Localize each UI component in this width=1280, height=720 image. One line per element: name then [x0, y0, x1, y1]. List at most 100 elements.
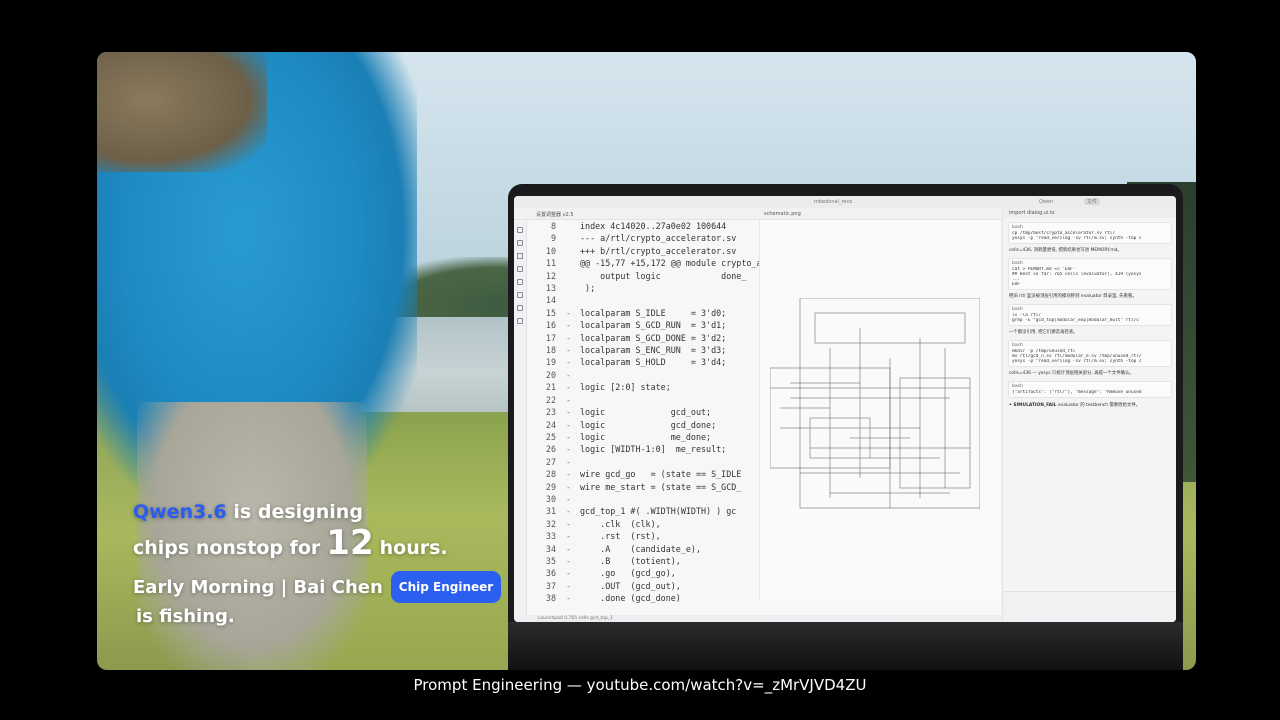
code-line: 21- logic [2:0] state; [528, 381, 758, 393]
extensions-icon[interactable] [517, 279, 523, 285]
line-number: 17 [545, 332, 556, 343]
code-line: 17- localparam S_GCD_DONE = 3'd2; [528, 332, 758, 344]
laptop-screen: mbedonal_reco Qwen 文件 设置调整器 v2.5 schemat… [514, 196, 1176, 622]
code-text: logic me_done; [580, 431, 712, 442]
line-number: 21 [545, 382, 556, 393]
bash-block: bash cp /tmp/best/crypto_accelerator.sv … [1008, 222, 1172, 244]
laptop: mbedonal_reco Qwen 文件 设置调整器 v2.5 schemat… [508, 184, 1183, 670]
tab-settings[interactable]: 设置调整器 v2.5 [536, 211, 574, 218]
line-number: 37 [545, 580, 556, 591]
line-number: 23 [545, 407, 556, 418]
bash-line: {"artifacts": ["rtl/"], "message": "Remo… [1012, 390, 1142, 395]
bash-block: bash mkdir -p /tmp/unused_rtl mv rtl/gcd… [1008, 340, 1172, 367]
line-number: 13 [545, 283, 556, 294]
files-icon[interactable] [517, 227, 523, 233]
debug-icon[interactable] [517, 266, 523, 272]
overlay-text: hours. [379, 537, 448, 559]
line-number: 18 [545, 345, 556, 356]
code-text: localparam S_IDLE = 3'd0; [580, 307, 727, 318]
code-line: 28- wire gcd_go = (state == S_IDLE [528, 468, 758, 480]
code-line: 24- logic gcd_done; [528, 419, 758, 431]
schematic-image [770, 298, 980, 509]
video-caption: Prompt Engineering — youtube.com/watch?v… [413, 676, 867, 694]
line-number: 34 [545, 543, 556, 554]
search-icon[interactable] [517, 240, 523, 246]
diff-marker: - [566, 320, 572, 331]
code-text: @@ -15,77 +15,172 @@ module crypto_a [580, 258, 762, 269]
code-line: 34- .A (candidate_e), [528, 543, 758, 555]
schematic-preview [759, 220, 1000, 600]
bash-block: bash ls -la rtl/ grep -E "gcd_top|modula… [1008, 304, 1172, 326]
bash-label: bash [1012, 384, 1023, 389]
diff-marker: - [566, 369, 572, 380]
assistant-panel: import dialog.ui.ts bash cp /tmp/best/cr… [1002, 208, 1176, 622]
diff-marker: - [566, 543, 572, 554]
code-text: --- a/rtl/crypto_accelerator.sv [580, 233, 737, 244]
assistant-message: 把旧 rtl/ 里没被顶层引用的模块移到 evaluator 目录里, 先看看。 [1009, 294, 1137, 299]
window-title: mbedonal_reco [814, 199, 853, 205]
code-line: 11 @@ -15,77 +15,172 @@ module crypto_a [528, 257, 762, 269]
code-text: logic gcd_out; [580, 407, 712, 418]
diff-marker: - [566, 593, 572, 604]
line-number: 29 [545, 481, 556, 492]
bash-line: grep -E "gcd_top|modular_exp|modular_mul… [1012, 318, 1139, 323]
line-number: 33 [545, 531, 556, 542]
code-text: .A (candidate_e), [580, 543, 702, 554]
diff-marker: - [566, 431, 572, 442]
bash-line: yosys -p "read_verilog -sv rtl/m.sv; syn… [1012, 359, 1142, 364]
code-text: gcd_top_1 #( .WIDTH(WIDTH) ) gc [580, 506, 737, 517]
hours-number: 12 [326, 523, 374, 563]
line-number: 32 [545, 518, 556, 529]
diff-marker: - [566, 456, 572, 467]
code-line: 8 index 4c14020..27a0e02 100644 [528, 220, 758, 232]
code-text: .rst (rst), [580, 531, 661, 542]
diff-marker: - [566, 345, 572, 356]
assistant-header: import dialog.ui.ts [1003, 208, 1176, 218]
code-text: .clk (clk), [580, 518, 661, 529]
diff-marker: - [566, 469, 572, 480]
chat-input[interactable] [1003, 591, 1176, 622]
code-line: 9 --- a/rtl/crypto_accelerator.sv [528, 232, 758, 244]
diff-marker: - [566, 481, 572, 492]
bash-line: yosys -p "read_verilog -sv rtl/m.sv; syn… [1012, 236, 1142, 241]
code-line: 30- [528, 493, 758, 505]
line-number: 15 [545, 307, 556, 318]
simulation-fail-status: • SIMULATION_FAIL evaluator 的 testbench … [1009, 402, 1171, 408]
code-line: 19- localparam S_HOLD = 3'd4; [528, 356, 758, 368]
line-number: 20 [545, 369, 556, 380]
diff-marker: - [566, 580, 572, 591]
line-number: 28 [545, 469, 556, 480]
code-editor[interactable]: 8 index 4c14020..27a0e02 100644 9 --- a/rtl… [528, 220, 762, 603]
code-line: 33- .rst (rst), [528, 530, 758, 542]
code-text: logic gcd_done; [580, 419, 717, 430]
tab-schematic[interactable]: schematic.png [764, 211, 801, 217]
chat-icon[interactable] [517, 305, 523, 311]
terminal-icon[interactable] [517, 292, 523, 298]
code-text: +++ b/rtl/crypto_accelerator.sv [580, 245, 737, 256]
role-badge: Chip Engineer [390, 571, 502, 603]
fail-label: • SIMULATION_FAIL [1009, 403, 1057, 408]
code-line: 10 +++ b/rtl/crypto_accelerator.sv [528, 245, 758, 257]
status-bar: Launchpad 0.765 cells gcd_top_1 [514, 615, 1002, 622]
toolbar-button[interactable]: 文件 [1084, 198, 1101, 205]
code-text: output logic done_ [580, 270, 747, 281]
code-line: 36- .go (gcd_go), [528, 567, 758, 579]
code-line: 20- [528, 369, 758, 381]
code-line: 29- wire me_start = (state == S_GCD_ [528, 481, 758, 493]
line-number: 27 [545, 456, 556, 467]
tab-bar: 设置调整器 v2.5 schematic.png [514, 208, 1002, 220]
git-icon[interactable] [517, 253, 523, 259]
diff-marker: - [566, 332, 572, 343]
code-line: 31- gcd_top_1 #( .WIDTH(WIDTH) ) gc [528, 505, 758, 517]
assistant-message: cells=436 — yosys 只统计顶层相关部分, 再提一个文件确认。 [1009, 371, 1134, 376]
settings-icon[interactable] [517, 318, 523, 324]
brand-name: Qwen3.6 [133, 501, 227, 523]
overlay-line-4: is fishing. [136, 606, 235, 627]
code-text: .B (totient), [580, 555, 681, 566]
bash-label: bash [1012, 261, 1023, 266]
bash-block: bash cat > PEMORY.md << 'EOF' ## Best so… [1008, 258, 1172, 290]
line-number: 35 [545, 555, 556, 566]
code-text: localparam S_GCD_RUN = 3'd1; [580, 320, 727, 331]
line-number: 8 [550, 221, 556, 231]
code-line: 18- localparam S_ENC_RUN = 3'd3; [528, 344, 758, 356]
